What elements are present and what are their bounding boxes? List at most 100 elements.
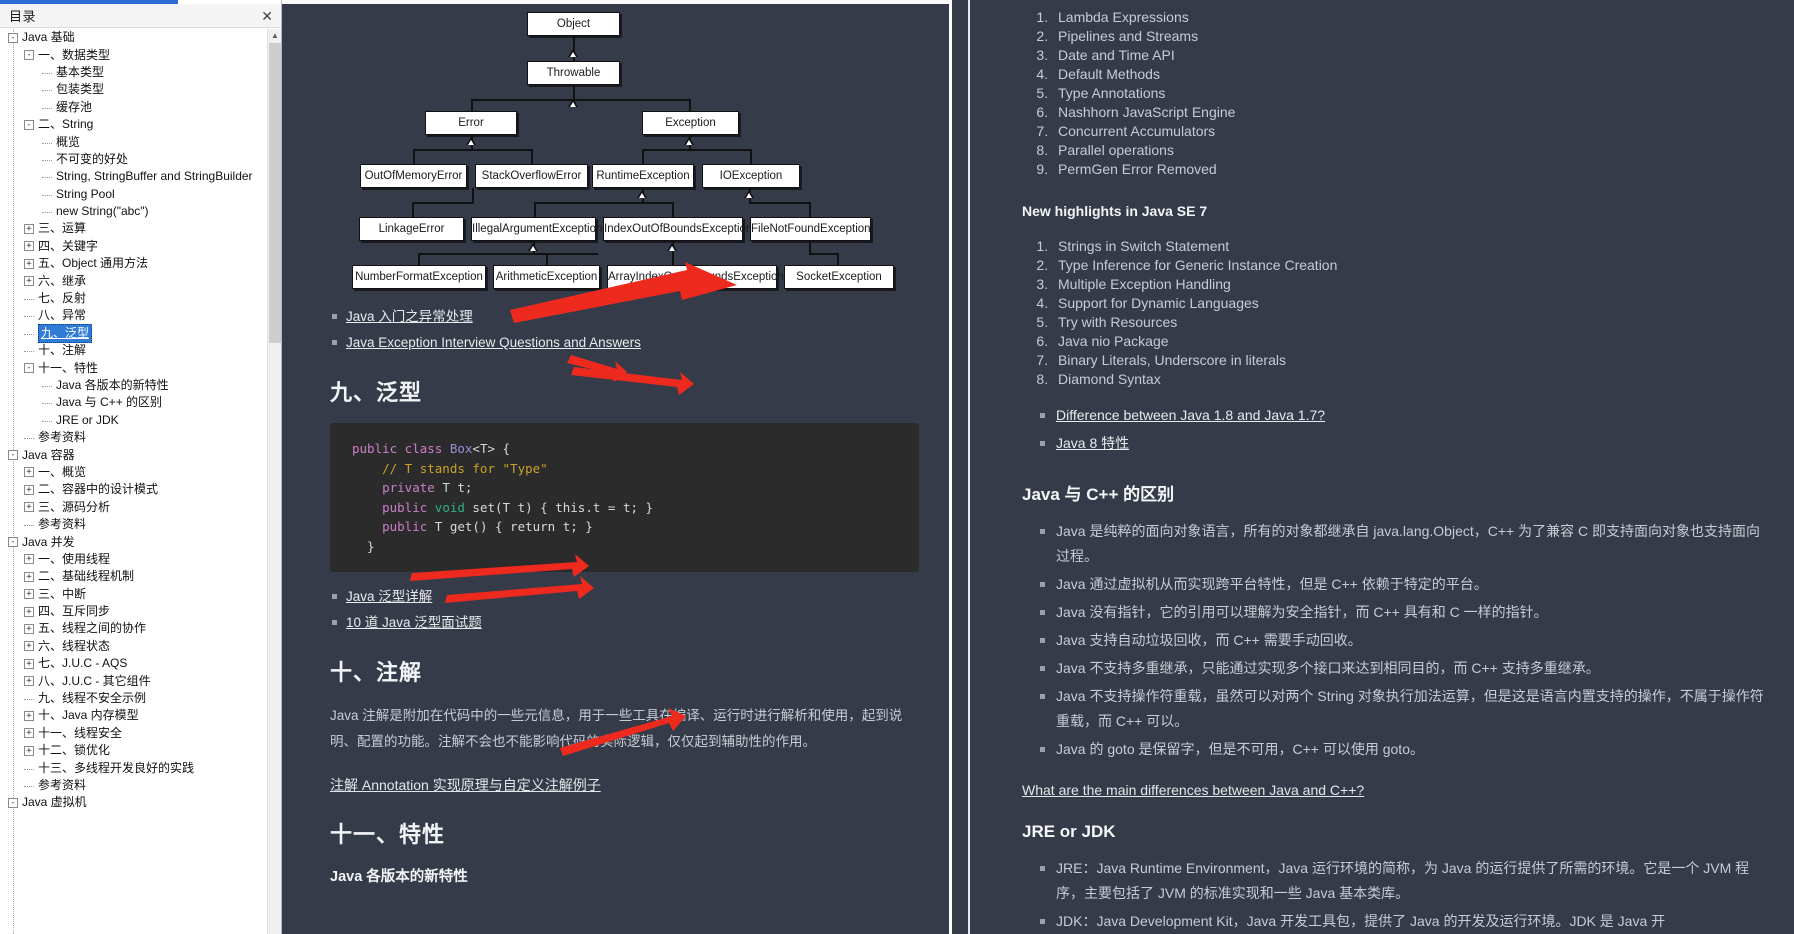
- collapse-icon[interactable]: -: [24, 50, 34, 60]
- tree-leaf-connector-icon: [24, 525, 34, 526]
- diagram-node-filenotfoundexception: FileNotFoundException: [750, 217, 871, 241]
- expand-icon[interactable]: +: [24, 554, 34, 564]
- expand-icon[interactable]: +: [24, 589, 34, 599]
- collapse-icon[interactable]: -: [8, 450, 18, 460]
- toc-item-selected[interactable]: 九、泛型: [0, 325, 267, 342]
- expand-icon[interactable]: +: [24, 711, 34, 721]
- toc-item-label: 十一、特性: [38, 360, 98, 377]
- close-icon[interactable]: ✕: [261, 7, 273, 25]
- toc-item[interactable]: -Java 容器: [0, 446, 267, 463]
- link-java-generics-questions[interactable]: 10 道 Java 泛型面试题: [346, 615, 482, 630]
- toc-item[interactable]: +十一、线程安全: [0, 725, 267, 742]
- expand-icon[interactable]: +: [24, 728, 34, 738]
- expand-icon[interactable]: +: [24, 224, 34, 234]
- code-keyword: public class: [352, 441, 450, 456]
- toc-item[interactable]: 包装类型: [0, 81, 267, 98]
- toc-item[interactable]: 不可变的好处: [0, 151, 267, 168]
- collapse-icon[interactable]: -: [24, 120, 34, 130]
- expand-icon[interactable]: +: [24, 641, 34, 651]
- expand-icon[interactable]: +: [24, 467, 34, 477]
- toc-item[interactable]: 参考资料: [0, 777, 267, 794]
- toc-item[interactable]: -Java 虚拟机: [0, 794, 267, 811]
- tree-leaf-connector-icon: [42, 73, 52, 74]
- toc-item[interactable]: -Java 并发: [0, 533, 267, 550]
- toc-item[interactable]: +五、线程之间的协作: [0, 620, 267, 637]
- toc-item-label: 十、注解: [38, 342, 86, 359]
- expand-icon[interactable]: +: [24, 502, 34, 512]
- toc-item-label: Java 并发: [22, 534, 75, 551]
- diagram-node-stackoverflowerror: StackOverflowError: [475, 164, 588, 188]
- toc-item[interactable]: 缓存池: [0, 99, 267, 116]
- collapse-icon[interactable]: -: [8, 33, 18, 43]
- tree-leaf-connector-icon: [42, 160, 52, 161]
- toc-tree[interactable]: -Java 基础-一、数据类型基本类型包装类型缓存池-二、String概览不可变…: [0, 29, 267, 934]
- toc-item[interactable]: +十、Java 内存模型: [0, 707, 267, 724]
- expand-icon[interactable]: +: [24, 276, 34, 286]
- toc-scrollbar[interactable]: ▲: [267, 29, 281, 934]
- toc-item[interactable]: -二、String: [0, 116, 267, 133]
- toc-item[interactable]: 九、线程不安全示例: [0, 690, 267, 707]
- expand-icon[interactable]: +: [24, 259, 34, 269]
- toc-item[interactable]: +一、使用线程: [0, 551, 267, 568]
- toc-item[interactable]: 基本类型: [0, 64, 267, 81]
- expand-icon[interactable]: +: [24, 607, 34, 617]
- toc-item[interactable]: 参考资料: [0, 516, 267, 533]
- expand-icon[interactable]: +: [24, 485, 34, 495]
- version-link-item-link[interactable]: Difference between Java 1.8 and Java 1.7…: [1056, 407, 1325, 423]
- list-item: Java Exception Interview Questions and A…: [330, 332, 919, 353]
- diagram-node-arithmeticexception: ArithmeticException: [493, 265, 600, 289]
- toc-item[interactable]: +三、中断: [0, 586, 267, 603]
- toc-item[interactable]: JRE or JDK: [0, 412, 267, 429]
- toc-item[interactable]: -一、数据类型: [0, 46, 267, 63]
- toc-item[interactable]: +四、关键字: [0, 238, 267, 255]
- toc-item-label: 七、J.U.C - AQS: [38, 655, 127, 672]
- expand-icon[interactable]: +: [24, 624, 34, 634]
- code-plain: T get() { return t; }: [435, 519, 593, 534]
- expand-icon[interactable]: +: [24, 676, 34, 686]
- toc-item[interactable]: +二、容器中的设计模式: [0, 481, 267, 498]
- version-link-item-link[interactable]: Java 8 特性: [1056, 435, 1129, 451]
- link-java-exception-intro[interactable]: Java 入门之异常处理: [346, 309, 473, 324]
- version-link-item: Java 8 特性: [1038, 431, 1768, 456]
- collapse-icon[interactable]: -: [8, 537, 18, 547]
- toc-item[interactable]: 概览: [0, 133, 267, 150]
- toc-item[interactable]: +四、互斥同步: [0, 603, 267, 620]
- collapse-icon[interactable]: -: [24, 363, 34, 373]
- toc-item[interactable]: + 七、J.U.C - AQS: [0, 655, 267, 672]
- toc-item[interactable]: Java 与 C++ 的区别: [0, 394, 267, 411]
- scroll-up-icon[interactable]: ▲: [268, 29, 281, 43]
- expand-icon[interactable]: +: [24, 659, 34, 669]
- link-java-exception-qa[interactable]: Java Exception Interview Questions and A…: [346, 335, 641, 350]
- toc-item[interactable]: -Java 基础: [0, 29, 267, 46]
- toc-item[interactable]: 参考资料: [0, 429, 267, 446]
- link-annotation-principle[interactable]: 注解 Annotation 实现原理与自定义注解例子: [330, 775, 919, 795]
- toc-item[interactable]: 八、异常: [0, 307, 267, 324]
- scrollbar-thumb[interactable]: [269, 43, 281, 343]
- link-java-cpp-differences[interactable]: What are the main differences between Ja…: [1022, 782, 1768, 798]
- toc-item[interactable]: +五、Object 通用方法: [0, 255, 267, 272]
- toc-item[interactable]: +三、运算: [0, 220, 267, 237]
- collapse-icon[interactable]: -: [8, 798, 18, 808]
- toc-item[interactable]: Java 各版本的新特性: [0, 377, 267, 394]
- list-item: Java nio Package: [1052, 332, 1768, 351]
- toc-item[interactable]: -十一、特性: [0, 359, 267, 376]
- expand-icon[interactable]: +: [24, 241, 34, 251]
- expand-icon[interactable]: +: [24, 746, 34, 756]
- toc-item[interactable]: +三、源码分析: [0, 499, 267, 516]
- toc-item[interactable]: +十二、锁优化: [0, 742, 267, 759]
- expand-icon[interactable]: +: [24, 572, 34, 582]
- code-plain: T t;: [442, 480, 472, 495]
- link-java-generics-detail[interactable]: Java 泛型详解: [346, 589, 432, 604]
- toc-item[interactable]: +六、线程状态: [0, 638, 267, 655]
- toc-item[interactable]: String, StringBuffer and StringBuilder: [0, 168, 267, 185]
- toc-item[interactable]: +二、基础线程机制: [0, 568, 267, 585]
- toc-item[interactable]: 十、注解: [0, 342, 267, 359]
- toc-item[interactable]: new String("abc"): [0, 203, 267, 220]
- toc-item[interactable]: 七、反射: [0, 290, 267, 307]
- toc-item[interactable]: 十三、多线程开发良好的实践: [0, 759, 267, 776]
- list-item: Pipelines and Streams: [1052, 27, 1768, 46]
- toc-item[interactable]: +八、J.U.C - 其它组件: [0, 672, 267, 689]
- toc-item[interactable]: +一、概览: [0, 464, 267, 481]
- toc-item[interactable]: +六、继承: [0, 272, 267, 289]
- toc-item[interactable]: String Pool: [0, 186, 267, 203]
